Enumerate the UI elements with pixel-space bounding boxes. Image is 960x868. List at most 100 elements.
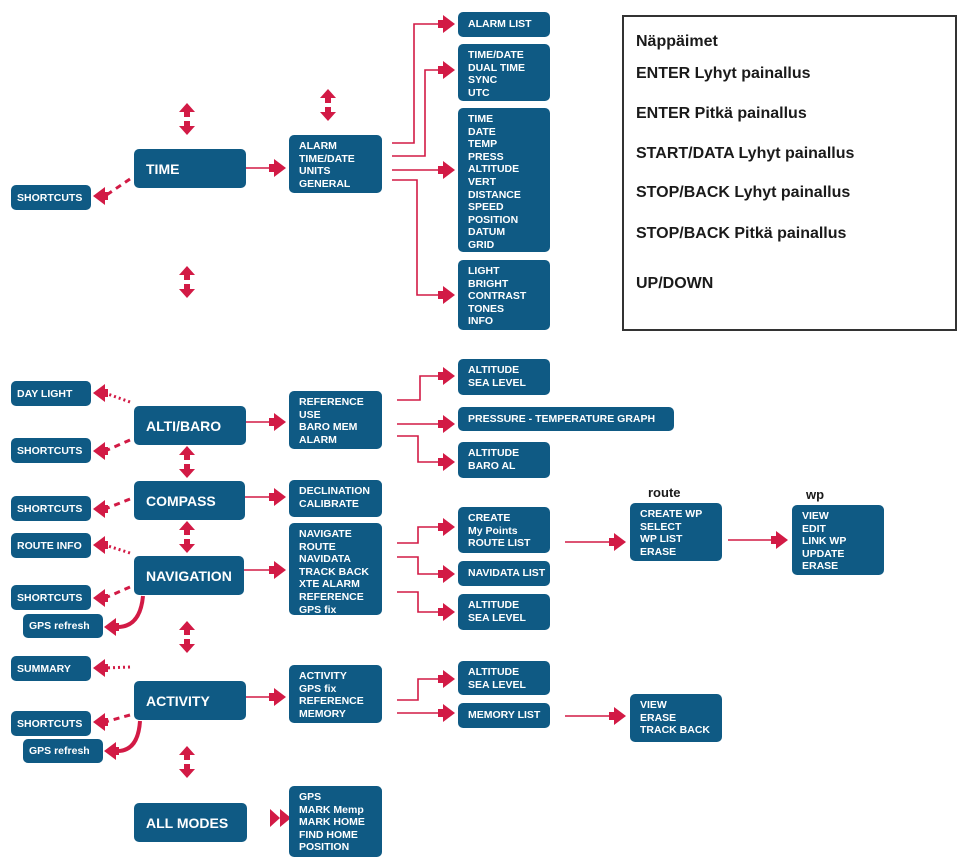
menu-all-modes[interactable]: GPS MARK Memp MARK HOME FIND HOME POSITION: [289, 786, 382, 857]
act-shortcuts[interactable]: SHORTCUTS: [11, 711, 91, 736]
menu-item[interactable]: ALTITUDE: [468, 666, 550, 679]
act-gps-refresh[interactable]: GPS refresh: [23, 739, 103, 763]
menu-item[interactable]: ALTITUDE: [468, 599, 550, 612]
mode-activity[interactable]: ACTIVITY: [134, 681, 246, 720]
menu-item[interactable]: ALTITUDE: [468, 163, 550, 176]
menu-item[interactable]: TIME/DATE: [299, 153, 382, 166]
nav-route-info[interactable]: ROUTE INFO: [11, 533, 91, 558]
menu-item[interactable]: MEMORY LIST: [468, 709, 550, 722]
menu-item[interactable]: CONTRAST: [468, 290, 550, 303]
menu-item[interactable]: ACTIVITY: [299, 670, 382, 683]
menu-item[interactable]: MARK HOME: [299, 816, 382, 829]
menu-item[interactable]: GPS fix: [299, 683, 382, 696]
menu-item[interactable]: My Points: [468, 525, 550, 538]
submenu-alti-alarm[interactable]: ALTITUDE BARO AL: [458, 442, 550, 478]
menu-item[interactable]: GENERAL: [299, 178, 382, 191]
alti-shortcuts[interactable]: SHORTCUTS: [11, 438, 91, 463]
mode-compass[interactable]: COMPASS: [134, 481, 245, 520]
menu-navigation[interactable]: NAVIGATE ROUTE NAVIDATA TRACK BACK XTE ALARM…: [289, 523, 382, 617]
menu-item[interactable]: MARK Memp: [299, 804, 382, 817]
nav-shortcuts[interactable]: SHORTCUTS: [11, 585, 91, 610]
menu-compass[interactable]: DECLINATION CALIBRATE: [289, 480, 382, 517]
submenu-route[interactable]: CREATE WP SELECT WP LIST ERASE: [630, 503, 722, 561]
mode-time[interactable]: TIME: [134, 149, 246, 188]
mode-alti-baro[interactable]: ALTI/BARO: [134, 406, 246, 445]
menu-item[interactable]: ALTITUDE: [468, 447, 550, 460]
menu-item[interactable]: POSITION: [468, 214, 550, 227]
menu-item[interactable]: BRIGHT: [468, 278, 550, 291]
submenu-pressure-graph[interactable]: PRESSURE - TEMPERATURE GRAPH: [458, 407, 674, 431]
menu-time[interactable]: ALARM TIME/DATE UNITS GENERAL: [289, 135, 382, 193]
menu-item[interactable]: PRESSURE - TEMPERATURE GRAPH: [468, 413, 674, 426]
submenu-alti-reference[interactable]: ALTITUDE SEA LEVEL: [458, 359, 550, 395]
menu-item[interactable]: SYNC: [468, 74, 550, 87]
menu-item[interactable]: EDIT: [802, 523, 884, 536]
menu-item[interactable]: DATUM: [468, 226, 550, 239]
menu-item[interactable]: SEA LEVEL: [468, 612, 550, 625]
time-shortcuts[interactable]: SHORTCUTS: [11, 185, 91, 210]
menu-item[interactable]: NAVIDATA LIST: [468, 567, 550, 580]
menu-item[interactable]: TONES: [468, 303, 550, 316]
menu-item[interactable]: CALIBRATE: [299, 498, 382, 511]
menu-item[interactable]: ALTITUDE: [468, 364, 550, 377]
menu-item[interactable]: ALARM: [299, 140, 382, 153]
menu-item[interactable]: BARO MEM: [299, 421, 382, 434]
menu-item[interactable]: TRACK BACK: [299, 566, 382, 579]
submenu-act-reference[interactable]: ALTITUDE SEA LEVEL: [458, 661, 550, 695]
menu-item[interactable]: SEA LEVEL: [468, 679, 550, 692]
menu-item[interactable]: UNITS: [299, 165, 382, 178]
menu-item[interactable]: WP LIST: [640, 533, 722, 546]
submenu-memory-list[interactable]: MEMORY LIST: [458, 703, 550, 728]
menu-alti[interactable]: REFERENCE USE BARO MEM ALARM: [289, 391, 382, 449]
menu-item[interactable]: UTC: [468, 87, 550, 100]
submenu-memory-actions[interactable]: VIEW ERASE TRACK BACK: [630, 694, 722, 742]
mode-navigation[interactable]: NAVIGATION: [134, 556, 244, 595]
menu-item[interactable]: CREATE WP: [640, 508, 722, 521]
compass-shortcuts[interactable]: SHORTCUTS: [11, 496, 91, 521]
menu-item[interactable]: FIND HOME: [299, 829, 382, 842]
menu-item[interactable]: TRACK BACK: [640, 724, 722, 737]
menu-item[interactable]: NAVIGATE: [299, 528, 382, 541]
menu-item[interactable]: SELECT: [640, 521, 722, 534]
submenu-units[interactable]: TIME DATE TEMP PRESS ALTITUDE VERT DISTANCE SPE…: [458, 108, 550, 252]
menu-item[interactable]: BARO AL: [468, 460, 550, 473]
menu-item[interactable]: USE: [299, 409, 382, 422]
menu-item[interactable]: XTE ALARM: [299, 578, 382, 591]
menu-item[interactable]: ALARM LIST: [468, 18, 550, 31]
menu-item[interactable]: CREATE: [468, 512, 550, 525]
menu-item[interactable]: TIME: [468, 113, 550, 126]
menu-item[interactable]: POSITION: [299, 841, 382, 854]
menu-item[interactable]: REFERENCE: [299, 591, 382, 604]
menu-item[interactable]: GPS: [299, 791, 382, 804]
menu-item[interactable]: DECLINATION: [299, 485, 382, 498]
menu-item[interactable]: NAVIDATA: [299, 553, 382, 566]
menu-item[interactable]: GPS fix: [299, 604, 382, 617]
menu-item[interactable]: PRESS: [468, 151, 550, 164]
menu-item[interactable]: REFERENCE: [299, 396, 382, 409]
act-summary[interactable]: SUMMARY: [11, 656, 91, 681]
submenu-wp[interactable]: VIEW EDIT LINK WP UPDATE ERASE: [792, 505, 884, 575]
submenu-nav-route[interactable]: CREATE My Points ROUTE LIST: [458, 507, 550, 553]
menu-item[interactable]: LINK WP: [802, 535, 884, 548]
menu-item[interactable]: VIEW: [640, 699, 722, 712]
submenu-timedate[interactable]: TIME/DATE DUAL TIME SYNC UTC: [458, 44, 550, 101]
menu-item[interactable]: ROUTE LIST: [468, 537, 550, 550]
menu-item[interactable]: REFERENCE: [299, 695, 382, 708]
menu-item[interactable]: MEMORY: [299, 708, 382, 721]
menu-activity[interactable]: ACTIVITY GPS fix REFERENCE MEMORY: [289, 665, 382, 723]
alti-daylight[interactable]: DAY LIGHT: [11, 381, 91, 406]
mode-all-modes[interactable]: ALL MODES: [134, 803, 247, 842]
menu-item[interactable]: DISTANCE: [468, 189, 550, 202]
menu-item[interactable]: UPDATE: [802, 548, 884, 561]
submenu-navidata-list[interactable]: NAVIDATA LIST: [458, 561, 550, 586]
menu-item[interactable]: VERT: [468, 176, 550, 189]
menu-item[interactable]: ROUTE: [299, 541, 382, 554]
menu-item[interactable]: ALARM: [299, 434, 382, 447]
menu-item[interactable]: INFO: [468, 315, 550, 328]
menu-item[interactable]: GRID: [468, 239, 550, 252]
menu-item[interactable]: DATE: [468, 126, 550, 139]
menu-item[interactable]: LIGHT: [468, 265, 550, 278]
menu-item[interactable]: TIME/DATE: [468, 49, 550, 62]
menu-item[interactable]: ERASE: [640, 546, 722, 559]
menu-item[interactable]: SPEED: [468, 201, 550, 214]
